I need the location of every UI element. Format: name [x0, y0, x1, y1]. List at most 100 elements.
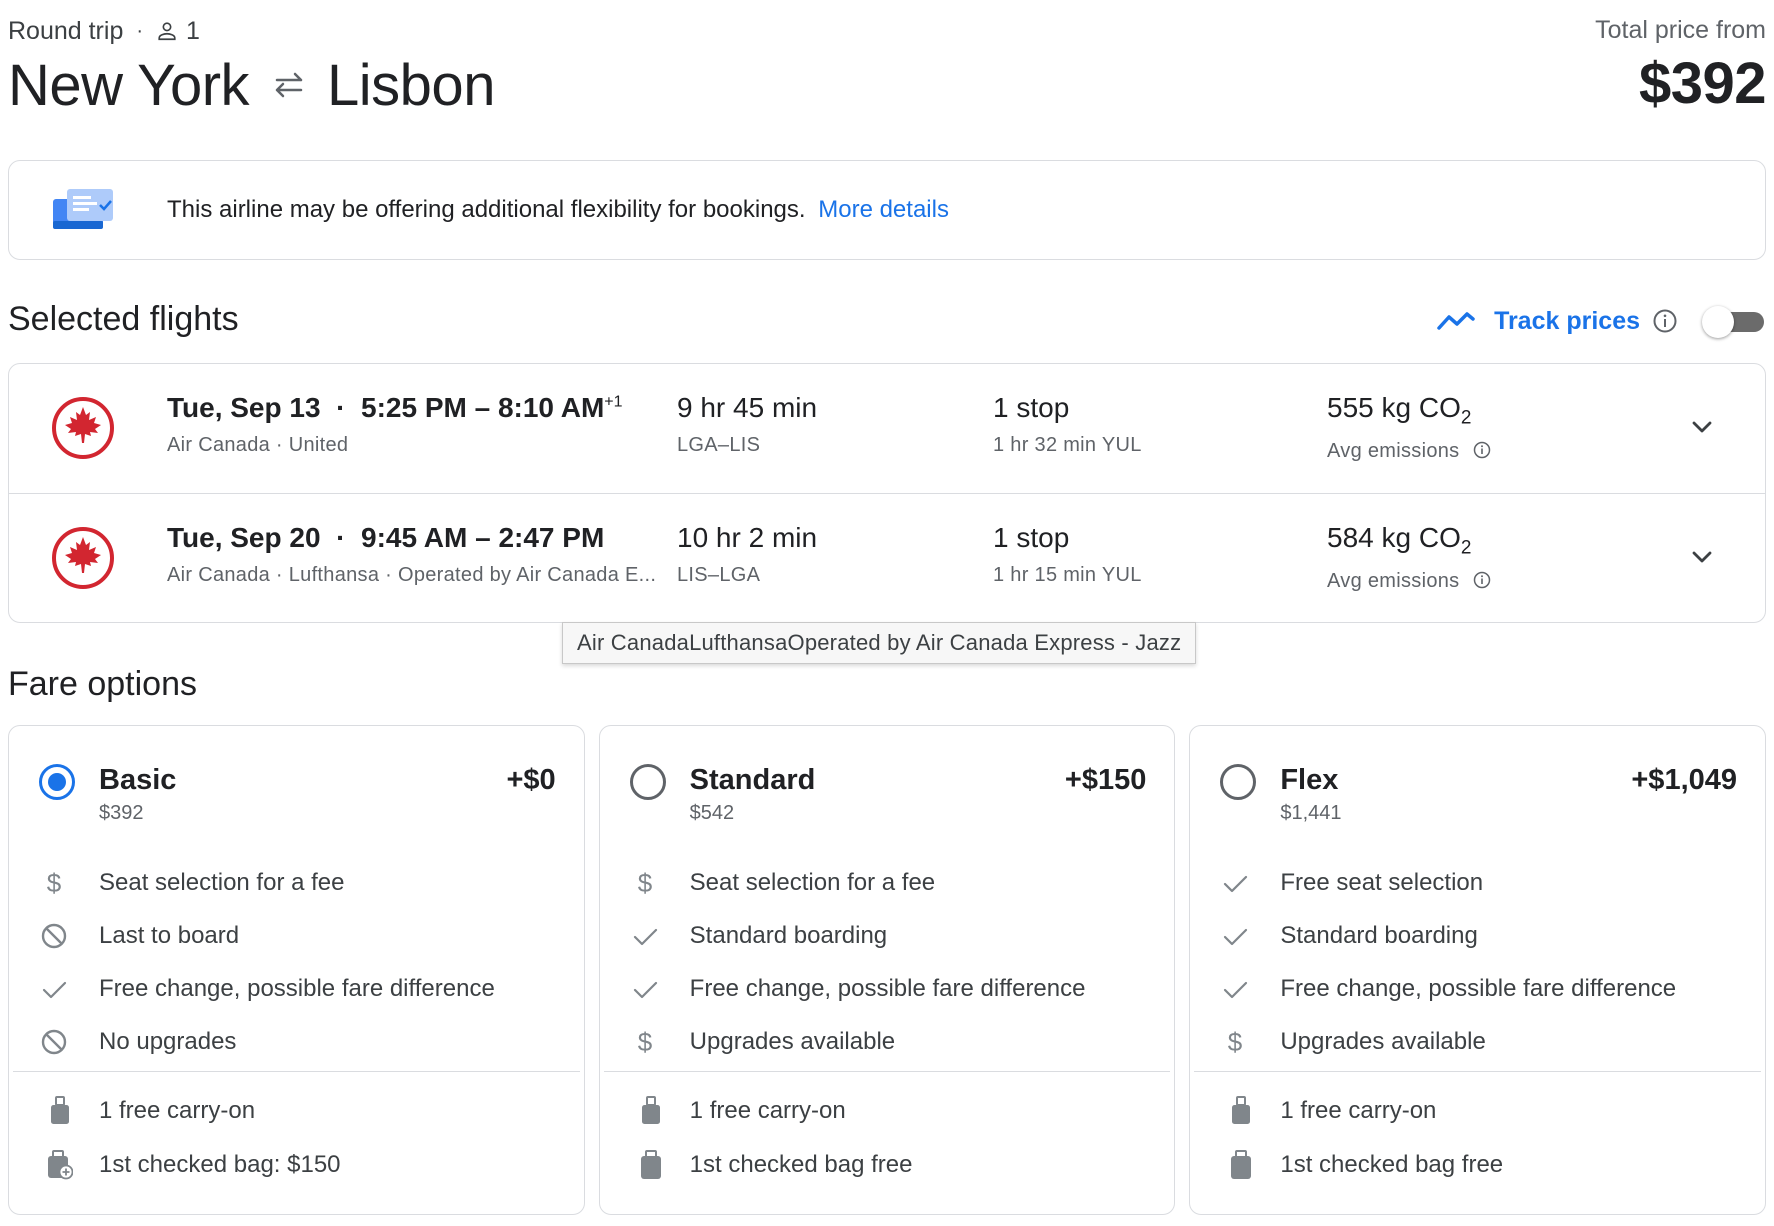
carry-on-icon: [638, 1096, 664, 1126]
flight-emissions: 584 kg CO2 Avg emissions: [1327, 522, 1491, 593]
fare-feature-item: Free seat selection: [1190, 856, 1765, 909]
fare-feature-text: Free change, possible fare difference: [99, 974, 495, 1002]
more-details-link[interactable]: More details: [818, 196, 949, 223]
fare-feature-text: Seat selection for a fee: [99, 868, 345, 896]
fare-baggage-text: 1st checked bag: $150: [99, 1151, 341, 1178]
info-icon[interactable]: [1473, 441, 1491, 459]
airports: LIS–LGA: [677, 564, 761, 586]
check-icon: [630, 974, 660, 1004]
banner-text: This airline may be offering additional …: [167, 196, 949, 224]
fare-baggage: 1 free carry-on 1st checked bag: $150: [9, 1084, 584, 1192]
checked-bag-icon: [1228, 1150, 1254, 1180]
fare-feature-text: Seat selection for a fee: [689, 868, 936, 896]
separator-dot: ·: [328, 522, 354, 553]
fare-baggage-text: 1 free carry-on: [689, 1097, 846, 1124]
flight-times: Tue, Sep 20 · 9:45 AM – 2:47 PM Air Cana…: [167, 522, 656, 587]
fare-baggage-text: 1st checked bag free: [1280, 1151, 1504, 1178]
track-prices: Track prices: [1436, 300, 1766, 342]
fare-baggage-item: 1st checked bag free: [600, 1138, 1175, 1192]
fare-baggage-text: 1 free carry-on: [1280, 1097, 1437, 1124]
flight-row-return[interactable]: Tue, Sep 20 · 9:45 AM – 2:47 PM Air Cana…: [9, 493, 1765, 622]
fare-baggage-item: 1st checked bag: $150: [9, 1138, 584, 1192]
fare-feature-item: $ Upgrades available: [600, 1015, 1175, 1068]
fare-feature-item: Last to board: [9, 909, 584, 962]
fare-name: Standard: [689, 764, 816, 796]
carry-on-icon: [1228, 1096, 1254, 1126]
total-price-label: Total price from: [1595, 16, 1766, 44]
trip-type: Round trip: [8, 16, 124, 45]
air-canada-logo-icon: [52, 527, 114, 589]
fare-price: $542: [689, 802, 735, 824]
fare-features: Free seat selection Standard boarding Free…: [1190, 856, 1765, 1068]
dollar-icon: $: [1220, 1027, 1250, 1057]
date-and-times: Tue, Sep 20 · 9:45 AM – 2:47 PM: [167, 522, 656, 554]
fare-feature-item: $ Seat selection for a fee: [9, 856, 584, 909]
route-title: New York Lisbon: [8, 50, 495, 120]
flight-date: Tue, Sep 20: [167, 522, 321, 553]
day-offset: +1: [604, 393, 623, 411]
fare-feature-text: Free change, possible fare difference: [689, 974, 1086, 1002]
fare-features: $ Seat selection for a fee Last to board Fr…: [9, 856, 584, 1068]
info-icon[interactable]: [1652, 308, 1678, 334]
svg-text:$: $: [47, 868, 62, 898]
chevron-down-icon[interactable]: [1687, 542, 1717, 572]
round-trip-arrows-icon: [275, 72, 303, 98]
fare-baggage-text: 1 free carry-on: [99, 1097, 256, 1124]
fare-card-flex[interactable]: Flex $1,441 +$1,049 Free seat selection Stan…: [1189, 725, 1767, 1215]
prohibited-icon: [39, 1027, 69, 1057]
airports: LGA–LIS: [677, 434, 761, 456]
dollar-icon: $: [630, 1027, 660, 1057]
emissions-label-text: Avg emissions: [1327, 439, 1460, 462]
checked-bag-add-icon: [47, 1150, 74, 1180]
departure-arrival-times: 9:45 AM – 2:47 PM: [361, 522, 605, 553]
emissions-value: 584 kg CO2: [1327, 522, 1491, 560]
chevron-down-icon[interactable]: [1687, 412, 1717, 442]
trend-line-icon: [1437, 312, 1475, 330]
origin-city: New York: [8, 52, 250, 118]
fare-feature-text: Upgrades available: [1280, 1027, 1486, 1055]
emissions-subscript: 2: [1460, 537, 1472, 559]
fare-feature-text: Free change, possible fare difference: [1280, 974, 1677, 1002]
track-prices-toggle[interactable]: [1702, 304, 1766, 338]
fare-radio-button[interactable]: [39, 764, 75, 800]
fare-options-list: Basic $392 +$0 $ Seat selection for a fee Las…: [8, 725, 1767, 1215]
layover: 1 hr 15 min YUL: [993, 564, 1142, 586]
fare-card-standard[interactable]: Standard $542 +$150 $ Seat selection for a f…: [598, 725, 1176, 1215]
separator-dot: ·: [136, 19, 144, 42]
fare-divider: [13, 1071, 580, 1072]
flight-emissions: 555 kg CO2 Avg emissions: [1327, 392, 1491, 463]
emissions-label: Avg emissions: [1327, 570, 1491, 593]
check-icon: [1220, 974, 1250, 1004]
layover: 1 hr 32 min YUL: [993, 434, 1142, 456]
fare-price: $392: [99, 802, 144, 824]
emissions-subscript: 2: [1460, 407, 1472, 429]
svg-text:$: $: [637, 1027, 652, 1057]
fare-radio-button[interactable]: [629, 764, 666, 800]
fare-baggage-item: 1 free carry-on: [9, 1084, 584, 1138]
flight-times: Tue, Sep 13 · 5:25 PM – 8:10 AM+1 Air Ca…: [167, 392, 623, 457]
info-icon[interactable]: [1473, 571, 1491, 589]
selected-flights-heading: Selected flights: [8, 300, 239, 338]
fare-feature-item: $ Upgrades available: [1190, 1015, 1765, 1068]
emissions-value: 555 kg CO2: [1327, 392, 1491, 430]
fare-price-difference: +$150: [1064, 764, 1147, 796]
fare-price: $1,441: [1280, 802, 1342, 824]
duration: 9 hr 45 min: [677, 392, 818, 423]
separator-dot: ·: [328, 392, 354, 423]
emissions-label: Avg emissions: [1327, 440, 1491, 463]
dollar-icon: $: [630, 868, 660, 898]
flight-row-outbound[interactable]: Tue, Sep 13 · 5:25 PM – 8:10 AM+1 Air Ca…: [9, 364, 1765, 493]
svg-text:$: $: [1228, 1027, 1243, 1057]
dollar-icon: $: [39, 868, 69, 898]
fare-feature-item: Free change, possible fare difference: [9, 962, 584, 1015]
fare-card-basic[interactable]: Basic $392 +$0 $ Seat selection for a fee Las…: [8, 725, 585, 1215]
track-prices-label[interactable]: Track prices: [1494, 307, 1640, 336]
fare-radio-button[interactable]: [1220, 764, 1257, 800]
flight-duration: 9 hr 45 min LGA–LIS: [677, 392, 817, 457]
trip-meta: Round trip · 1: [8, 16, 200, 46]
fare-divider: [1194, 1071, 1762, 1072]
stops: 1 stop: [993, 522, 1070, 553]
person-icon: [158, 22, 176, 41]
fare-feature-item: $ Seat selection for a fee: [600, 856, 1175, 909]
fare-feature-text: No upgrades: [99, 1027, 237, 1055]
